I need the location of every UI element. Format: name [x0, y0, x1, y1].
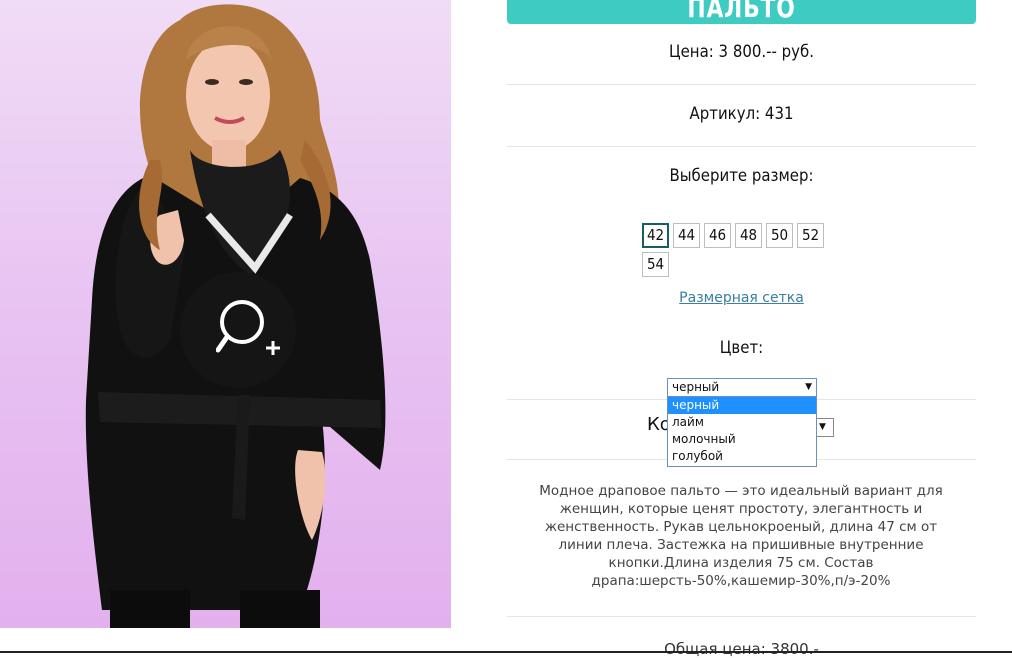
size-option-46[interactable]: 46 [704, 223, 731, 248]
color-select[interactable]: черный ▼ [667, 378, 817, 397]
bottom-border [0, 651, 1012, 653]
divider [507, 146, 976, 147]
size-option-44[interactable]: 44 [673, 223, 700, 248]
product-price: Цена: 3 800.-- руб. [668, 42, 815, 62]
size-option-42[interactable]: 42 [642, 223, 669, 248]
color-heading: Цвет: [719, 338, 764, 358]
divider [507, 84, 976, 85]
chevron-down-icon: ▼ [805, 382, 812, 392]
zoom-in-icon [216, 300, 280, 355]
size-option-48[interactable]: 48 [735, 223, 762, 248]
zoom-button[interactable] [180, 272, 296, 388]
color-option-lime[interactable]: лайм [668, 414, 816, 431]
color-select-value: черный [672, 380, 720, 394]
divider [507, 616, 976, 617]
size-option-50[interactable]: 50 [766, 223, 793, 248]
color-option-black[interactable]: черный [668, 397, 816, 414]
product-sku: Артикул: 431 [689, 104, 794, 124]
color-dropdown-list[interactable]: черный лайм молочный голубой [667, 396, 817, 467]
size-heading: Выберите размер: [669, 166, 814, 186]
color-option-milky[interactable]: молочный [668, 431, 816, 448]
product-description: Модное драповое пальто — это идеальный в… [539, 483, 943, 589]
size-option-54[interactable]: 54 [642, 252, 669, 277]
product-photo[interactable] [0, 0, 451, 628]
color-option-blue[interactable]: голубой [668, 448, 816, 465]
total-price: Общая цена: 3800.- [664, 640, 819, 658]
product-title: ПАЛЬТО [687, 0, 796, 24]
product-title-bar: ПАЛЬТО [507, 0, 976, 24]
size-chart-link[interactable]: Размерная сетка [507, 290, 976, 306]
chevron-down-icon: ▼ [819, 422, 826, 432]
size-option-52[interactable]: 52 [797, 223, 824, 248]
